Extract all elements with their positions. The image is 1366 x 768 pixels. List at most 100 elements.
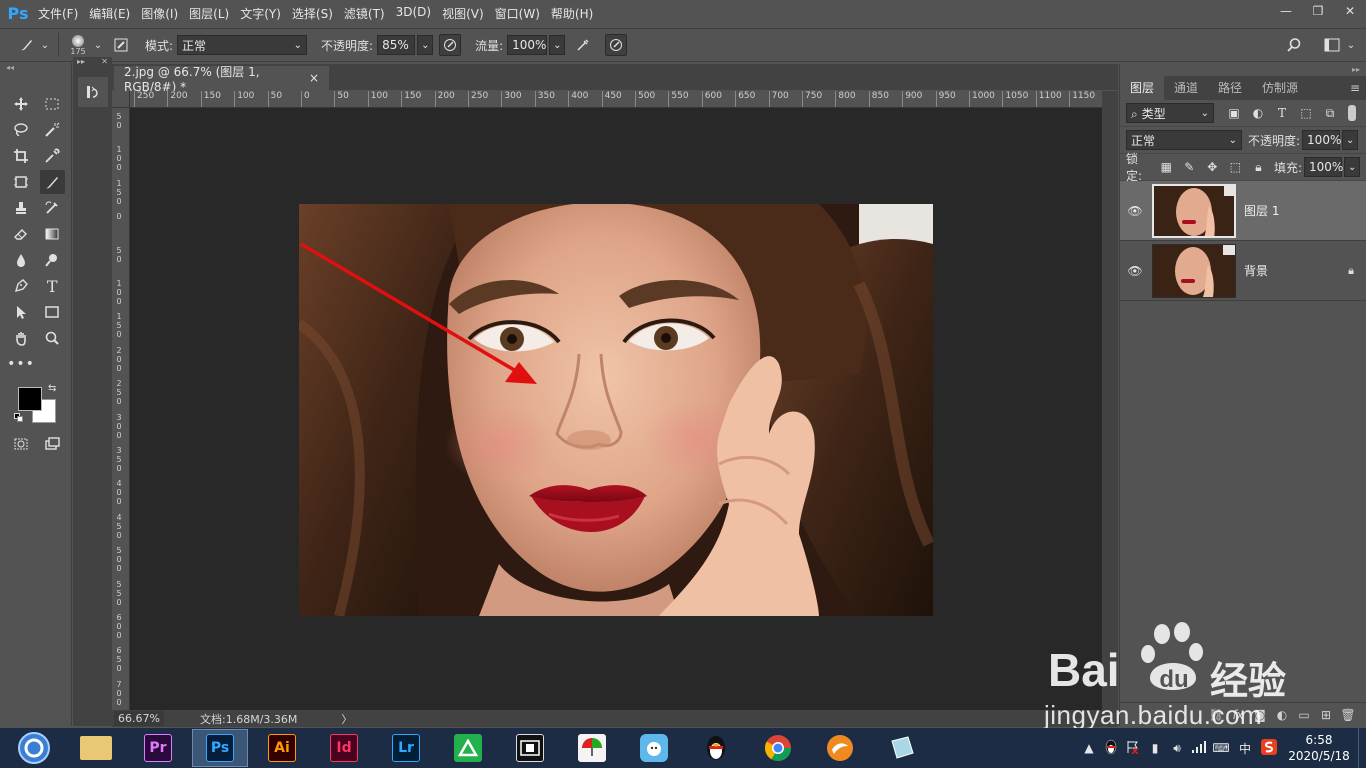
horizontal-ruler[interactable]: 250 200 150 100 50 0 50 100 150 200 250 300 350 400 45…: [130, 91, 1102, 108]
airbrush-icon[interactable]: [571, 33, 595, 57]
brush-tool-icon[interactable]: [39, 170, 65, 194]
taskbar-app-chat-bird[interactable]: [626, 729, 682, 767]
taskbar-app-file-explorer[interactable]: [68, 729, 124, 767]
menu-item-6[interactable]: 滤镜(T): [344, 5, 394, 22]
vertical-ruler[interactable]: 50 100 150 0 50 100 150 200 250 300 350 400 450 500 55…: [112, 108, 130, 710]
layer-name[interactable]: 背景: [1244, 262, 1336, 279]
crop-tool-icon[interactable]: [8, 144, 34, 168]
gradient-tool-icon[interactable]: [40, 222, 66, 246]
layer-style-icon[interactable]: fx: [1227, 708, 1249, 722]
frame-tool-icon[interactable]: [8, 170, 34, 194]
new-group-icon[interactable]: ▭: [1293, 708, 1315, 722]
mode-select[interactable]: 正常 ⌄: [177, 35, 308, 55]
chevron-down-icon[interactable]: ⌄: [1344, 33, 1358, 57]
minimize-button[interactable]: —: [1270, 0, 1302, 22]
network-icon[interactable]: [1188, 740, 1210, 756]
taskbar-app-premiere[interactable]: Pr: [130, 729, 186, 767]
document-tab[interactable]: 2.jpg @ 66.7% (图层 1, RGB/8#) * ×: [114, 65, 329, 94]
screen-mode-icon[interactable]: [40, 432, 66, 456]
filter-type-icon[interactable]: T: [1272, 103, 1292, 123]
tab-layers[interactable]: 图层: [1120, 76, 1165, 100]
quick-mask-icon[interactable]: [8, 432, 34, 456]
tab-paths[interactable]: 路径: [1208, 76, 1252, 100]
ruler-origin[interactable]: [112, 91, 130, 108]
layer-row-layer-1[interactable]: 👁︎ 图层 1: [1120, 181, 1366, 241]
filter-smart-object-icon[interactable]: ⧉: [1320, 103, 1340, 123]
document-image[interactable]: [299, 204, 933, 616]
vertical-scrollbar[interactable]: [1102, 91, 1118, 710]
lock-artboard-icon[interactable]: ⬚: [1226, 157, 1245, 177]
menu-item-8[interactable]: 视图(V): [442, 5, 493, 22]
start-button[interactable]: [0, 728, 68, 768]
menu-item-3[interactable]: 图层(L): [189, 5, 238, 22]
hand-tool-icon[interactable]: [8, 326, 34, 350]
blur-tool-icon[interactable]: [8, 248, 34, 272]
taskbar-app-indesign[interactable]: Id: [316, 729, 372, 767]
menu-item-2[interactable]: 图像(I): [141, 5, 187, 22]
tab-channels[interactable]: 通道: [1164, 76, 1208, 100]
taskbar-app-chrome[interactable]: [750, 729, 806, 767]
menu-item-1[interactable]: 编辑(E): [89, 5, 139, 22]
opacity-field[interactable]: 85%: [377, 35, 416, 55]
brush-settings-panel-icon[interactable]: [109, 33, 133, 57]
blend-mode-select[interactable]: 正常 ⌄: [1126, 130, 1242, 150]
system-clock[interactable]: 6:58 2020/5/18: [1280, 732, 1358, 764]
add-mask-icon[interactable]: ◙: [1249, 708, 1271, 722]
tray-battery-icon[interactable]: ▮: [1144, 741, 1166, 755]
taskbar-app-lightroom[interactable]: Lr: [378, 729, 434, 767]
lock-icon[interactable]: 🔒︎: [1336, 264, 1366, 278]
layer-opacity-dropdown[interactable]: ⌄: [1342, 130, 1359, 150]
status-menu-arrow[interactable]: 〉: [341, 711, 352, 727]
pressure-opacity-button[interactable]: [439, 34, 462, 56]
close-icon[interactable]: ✕: [101, 57, 108, 69]
flow-field[interactable]: 100%: [507, 35, 548, 55]
clone-stamp-tool-icon[interactable]: [8, 196, 34, 220]
filter-shape-icon[interactable]: ⬚: [1296, 103, 1316, 123]
panel-menu-icon[interactable]: ≡: [1350, 81, 1366, 95]
lock-position-icon[interactable]: ✥: [1203, 157, 1222, 177]
taskbar-app-orange-bird[interactable]: [812, 729, 868, 767]
link-layers-icon[interactable]: ⛓︎: [1205, 708, 1227, 722]
taskbar-app-photoshop[interactable]: Ps: [192, 729, 248, 767]
menu-item-4[interactable]: 文字(Y): [240, 5, 290, 22]
show-desktop-button[interactable]: [1358, 728, 1366, 768]
menu-item-7[interactable]: 3D(D): [396, 5, 440, 22]
filter-toggle[interactable]: [1348, 105, 1356, 121]
taskbar-app-umbrella[interactable]: [564, 729, 620, 767]
lasso-tool-icon[interactable]: [8, 118, 34, 142]
zoom-field[interactable]: 66.67%: [114, 711, 164, 726]
taskbar-app-notes[interactable]: [874, 729, 930, 767]
type-tool-icon[interactable]: T: [40, 274, 66, 298]
canvas-area[interactable]: [130, 108, 1102, 710]
chevron-down-icon[interactable]: ⌄: [91, 33, 105, 57]
swap-colors-icon[interactable]: ⇆: [48, 383, 56, 394]
brush-tool-preset-icon[interactable]: [14, 33, 38, 57]
taskbar-app-video-editor[interactable]: [502, 729, 558, 767]
taskbar-app-illustrator[interactable]: Ai: [254, 729, 310, 767]
chevron-down-icon[interactable]: ⌄: [38, 33, 52, 57]
rectangle-tool-icon[interactable]: [40, 300, 66, 324]
layer-row-background[interactable]: 👁︎ 背景 🔒︎: [1120, 241, 1366, 301]
pen-tool-icon[interactable]: [8, 274, 34, 298]
fill-dropdown[interactable]: ⌄: [1344, 157, 1360, 177]
pressure-size-button[interactable]: [605, 34, 628, 56]
toolbox-collapse-icon[interactable]: ◂◂: [0, 63, 71, 73]
tray-keyboard-icon[interactable]: ⌨︎: [1210, 741, 1232, 755]
tray-qq-icon[interactable]: [1100, 739, 1122, 758]
menu-item-9[interactable]: 窗口(W): [495, 5, 549, 22]
menu-item-10[interactable]: 帮助(H): [551, 5, 602, 22]
tray-flag-icon[interactable]: [1122, 740, 1144, 757]
eye-icon[interactable]: 👁︎: [1120, 264, 1150, 278]
brush-size-picker[interactable]: 175: [65, 30, 91, 60]
lock-transparent-icon[interactable]: ▦: [1157, 157, 1176, 177]
expand-icon[interactable]: ▸▸: [77, 57, 85, 69]
eyedropper-tool-icon[interactable]: [40, 144, 66, 168]
move-tool-icon[interactable]: [8, 92, 34, 116]
fill-field[interactable]: 100%: [1304, 157, 1343, 177]
history-brush-tool-icon[interactable]: [40, 196, 66, 220]
opacity-dropdown[interactable]: ⌄: [417, 35, 434, 55]
eye-icon[interactable]: 👁︎: [1120, 204, 1150, 218]
path-selection-tool-icon[interactable]: [8, 300, 34, 324]
layer-filter-select[interactable]: ⌕ 类型 ⌄: [1126, 103, 1214, 123]
filter-pixel-icon[interactable]: ▣: [1224, 103, 1244, 123]
